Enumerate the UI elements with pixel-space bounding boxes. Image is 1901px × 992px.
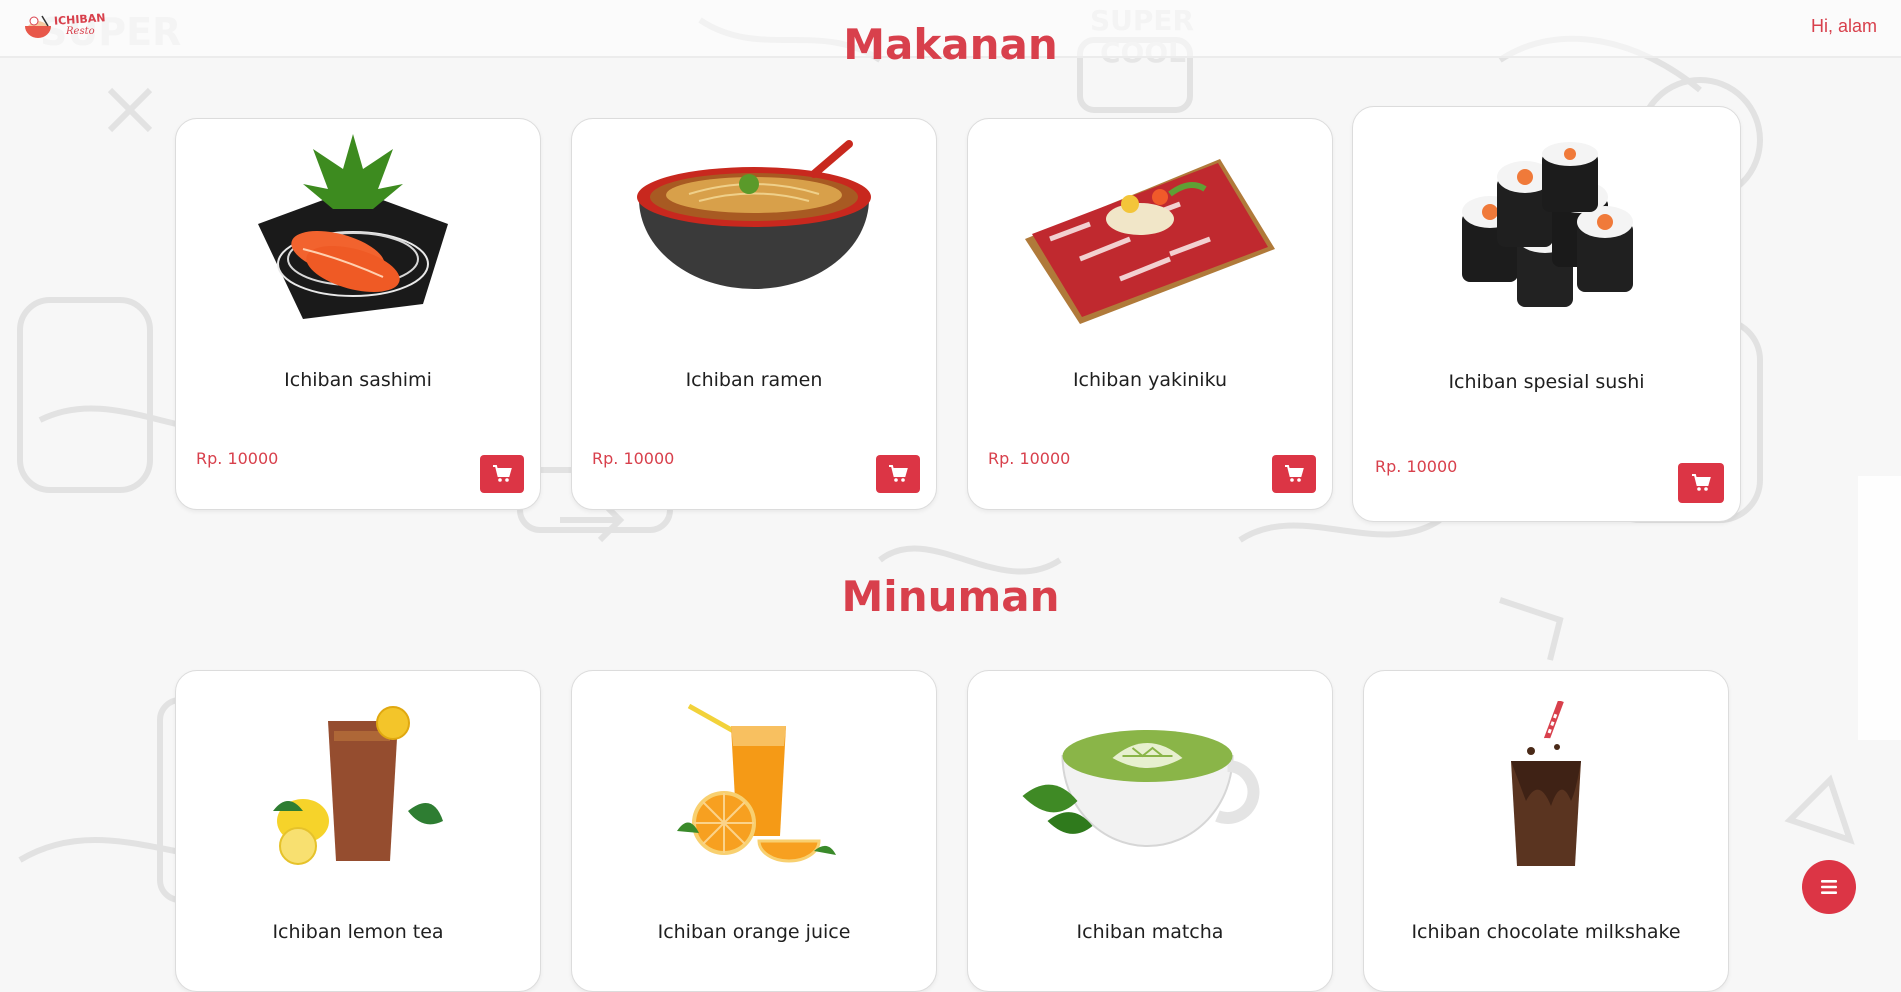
item-name: Ichiban yakiniku [1072,369,1228,391]
shopping-cart-icon [889,465,908,482]
item-name: Ichiban sashimi [284,369,432,391]
item-price: Rp. 10000 [196,449,279,468]
item-name: Ichiban lemon tea [272,921,444,943]
add-to-cart-button[interactable] [1678,463,1724,503]
drink-card: Ichiban chocolate milkshake [1363,670,1729,992]
chocolate-milkshake-image [1508,701,1584,866]
shopping-cart-icon [1692,474,1711,491]
food-card: Ichiban sashimi Rp. 10000 [175,118,541,510]
yakiniku-image [1025,159,1275,324]
drink-card: Ichiban matcha [967,670,1333,992]
drink-card: Ichiban lemon tea [175,670,541,992]
section-title-makanan: Makanan [843,20,1058,69]
item-name: Ichiban spesial sushi [1448,371,1645,393]
sushi-image [1461,142,1633,307]
item-name: Ichiban ramen [685,369,823,391]
food-card: Ichiban ramen Rp. 10000 [571,118,937,510]
matcha-image [1022,730,1260,847]
food-card: Ichiban spesial sushi Rp. 10000 [1352,106,1741,522]
menu-icon [1821,880,1837,894]
shopping-cart-icon [493,465,512,482]
add-to-cart-button[interactable] [876,455,920,493]
sashimi-image [258,134,448,319]
item-name: Ichiban chocolate milkshake [1411,921,1681,943]
item-name: Ichiban orange juice [657,921,851,943]
ramen-image [637,140,871,289]
add-to-cart-button[interactable] [1272,455,1316,493]
shopping-cart-icon [1285,465,1304,482]
orange-juice-image [677,703,836,863]
item-price: Rp. 10000 [988,449,1071,468]
item-price: Rp. 10000 [592,449,675,468]
section-title-minuman: Minuman [841,572,1060,621]
add-to-cart-button[interactable] [480,455,524,493]
item-name: Ichiban matcha [1076,921,1224,943]
lemon-tea-image [273,706,443,865]
floating-menu-button[interactable] [1802,860,1856,914]
drink-card: Ichiban orange juice [571,670,937,992]
item-price: Rp. 10000 [1375,457,1458,476]
food-card: Ichiban yakiniku Rp. 10000 [967,118,1333,510]
